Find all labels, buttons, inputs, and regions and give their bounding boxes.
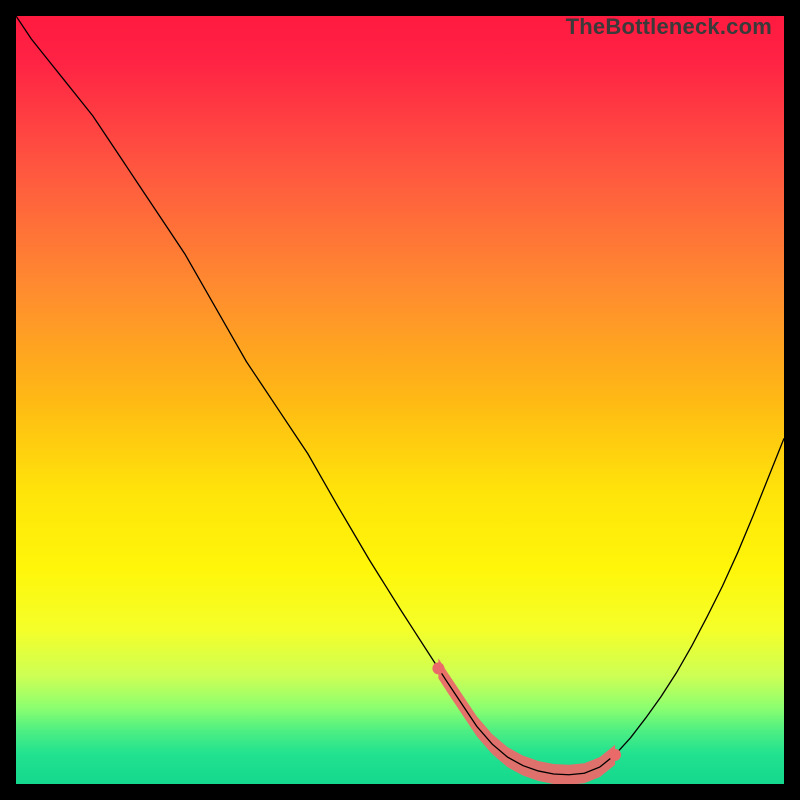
confidence-band (438, 658, 615, 784)
confidence-band-cap-left (432, 662, 444, 674)
confidence-band-cap-right (609, 749, 621, 761)
bottleneck-curve (16, 16, 784, 775)
chart-frame: TheBottleneck.com (16, 16, 784, 784)
watermark-text: TheBottleneck.com (566, 14, 772, 40)
chart-plot (16, 16, 784, 784)
